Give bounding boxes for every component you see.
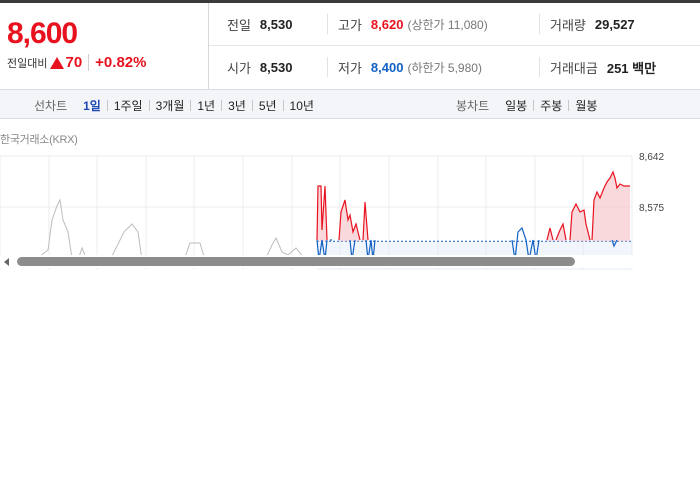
tab-period-5y[interactable]: 5년: [253, 97, 283, 114]
upper-limit: (상한가 11,080): [407, 17, 488, 32]
stat-label: 저가: [338, 60, 362, 76]
current-price: 8,600: [7, 17, 78, 50]
tab-period-1d[interactable]: 1일: [77, 97, 107, 114]
stat-value: 8,530: [259, 16, 293, 32]
stat-volume: 거래량 29,527: [539, 14, 635, 34]
stats-grid: 전일 8,530 고가 8,620 (상한가 11,080) 거래량 29,52…: [209, 3, 700, 89]
stats-row-1: 전일 8,530 고가 8,620 (상한가 11,080) 거래량 29,52…: [209, 3, 700, 46]
y-tick-label: 8,575: [639, 203, 664, 214]
y-tick-label: 8,642: [639, 152, 664, 163]
tab-period-3y[interactable]: 3년: [222, 97, 252, 114]
tab-candle-daily[interactable]: 일봉: [499, 97, 533, 114]
tab-candle-weekly[interactable]: 주봉: [534, 97, 568, 114]
tab-period-3m[interactable]: 3개월: [150, 97, 191, 114]
up-area-fill: [592, 172, 630, 242]
stat-low: 저가 8,400 (하한가 5,980): [327, 57, 482, 77]
current-price-block: 8,600 전일대비 70 +0.82%: [0, 3, 209, 89]
line-chart-tabs: 선차트 1일 1주일 3개월 1년 3년 5년 10년: [34, 90, 320, 120]
stat-label: 시가: [227, 60, 251, 76]
stat-value: 8,620: [370, 16, 404, 32]
chart-scrollbar[interactable]: [0, 255, 700, 268]
stat-high: 고가 8,620 (상한가 11,080): [327, 14, 488, 34]
change-percent: +0.82%: [88, 54, 146, 71]
candle-chart-tabs: 봉차트 일봉 주봉 월봉: [456, 90, 603, 120]
tab-period-10y[interactable]: 10년: [284, 97, 320, 114]
line-chart-label: 선차트: [34, 98, 68, 113]
up-triangle-icon: [50, 56, 65, 69]
stat-value: 251 백만: [606, 60, 657, 76]
change-label: 전일대비: [7, 57, 48, 70]
tab-period-1w[interactable]: 1주일: [108, 97, 149, 114]
stats-row-2: 시가 8,530 저가 8,400 (하한가 5,980) 거래대금 251 백…: [209, 46, 700, 88]
stat-label: 거래량: [550, 17, 586, 33]
stat-value: 29,527: [594, 16, 635, 32]
stat-label: 거래대금: [550, 60, 598, 76]
change-row: 전일대비 70 +0.82%: [7, 54, 146, 71]
stat-value: 8,530: [259, 59, 293, 75]
candle-chart-label: 봉차트: [456, 98, 490, 113]
stat-value: 8,400: [370, 59, 404, 75]
tab-period-1y[interactable]: 1년: [191, 97, 221, 114]
up-area-fill: [339, 200, 360, 242]
stat-label: 고가: [338, 17, 362, 33]
chart-canvas: 8,6428,5758,508: [0, 152, 664, 270]
scroll-left-arrow-icon[interactable]: [4, 258, 9, 266]
stat-label: 전일: [227, 17, 251, 33]
price-chart: 한국거래소(KRX) 8,6428,5758,508: [0, 120, 700, 270]
tab-candle-monthly[interactable]: 월봉: [569, 97, 603, 114]
stat-trade-value: 거래대금 251 백만: [539, 57, 656, 77]
scroll-thumb[interactable]: [17, 257, 575, 266]
chart-toolbar: 선차트 1일 1주일 3개월 1년 3년 5년 10년 봉차트 일봉 주봉 월봉: [0, 89, 700, 119]
stat-open: 시가 8,530: [227, 46, 292, 88]
change-amount: 70: [65, 54, 83, 71]
price-header: 8,600 전일대비 70 +0.82% 전일 8,530 고가 8,620 (…: [0, 3, 700, 90]
lower-limit: (하한가 5,980): [407, 60, 482, 75]
stat-prev-close: 전일 8,530: [227, 3, 292, 45]
